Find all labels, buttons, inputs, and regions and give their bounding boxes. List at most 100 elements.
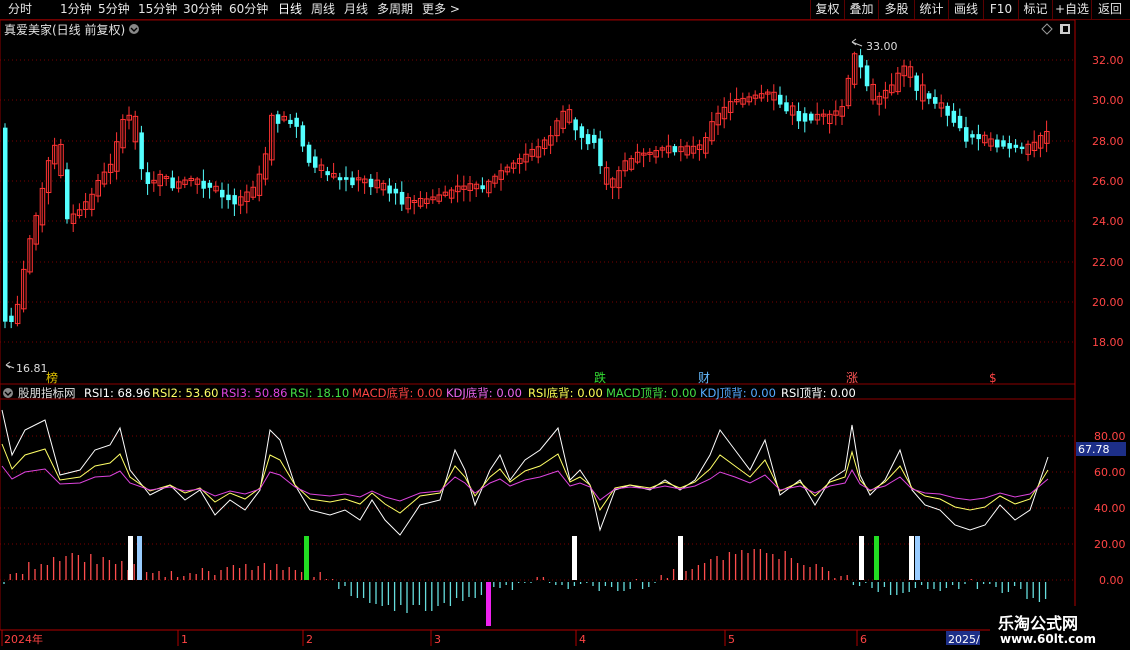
- rsi2-line: [1, 443, 1049, 514]
- signal-bar: [874, 536, 879, 580]
- candle-body: [3, 127, 8, 322]
- candle-body: [672, 146, 678, 153]
- time-label: 2: [306, 633, 313, 646]
- candle-body: [598, 138, 603, 167]
- candle-body: [393, 188, 399, 194]
- candle-body: [585, 134, 591, 145]
- candle-body: [933, 97, 938, 104]
- price-tick: 18.00: [1092, 336, 1124, 349]
- candle-body: [914, 75, 919, 91]
- event-marker-finance[interactable]: 财: [698, 371, 710, 385]
- legend-kdj-bottom: KDJ底背: 0.00: [446, 386, 522, 400]
- candle-body: [232, 195, 237, 205]
- candle-body: [1007, 143, 1012, 149]
- signal-bar: [486, 582, 491, 626]
- price-tick: 28.00: [1092, 135, 1124, 148]
- candle-body: [294, 117, 299, 127]
- signal-bars: [128, 536, 920, 626]
- watermark-url: www.60lt.com: [1000, 632, 1097, 646]
- legend-rsi3: RSI3: 50.86: [221, 386, 287, 400]
- indicator-panel-frame: [0, 383, 1076, 631]
- legend-macd-top: MACD顶背: 0.00: [606, 386, 697, 400]
- candle-body: [796, 111, 802, 122]
- low-arrow-icon: [5, 361, 11, 369]
- current-value-text: 67.78: [1078, 443, 1110, 456]
- candle-body: [201, 180, 206, 189]
- main-panel-frame: [0, 19, 1076, 385]
- legend-rsi-bottom: RSI底背: 0.00: [528, 386, 603, 400]
- candle-body: [926, 93, 932, 99]
- indicator-tick: 60.00: [1094, 466, 1126, 479]
- candle-body: [976, 134, 981, 140]
- candle-body: [957, 115, 963, 129]
- candle-body: [480, 185, 485, 190]
- candle-body: [170, 177, 175, 189]
- signal-bar: [915, 536, 920, 580]
- candle-body: [995, 139, 1000, 148]
- legend-kdj-top: KDJ顶背: 0.00: [700, 386, 776, 400]
- indicator-name: 股朋指标网: [18, 386, 76, 400]
- chart-title: 真爱美家(日线 前复权): [4, 22, 125, 37]
- candle-body: [970, 134, 975, 138]
- time-label-year: 2025/: [948, 633, 980, 646]
- event-marker-rank[interactable]: 榜: [46, 370, 58, 385]
- event-marker-dividend[interactable]: $: [989, 371, 997, 385]
- candle-body: [592, 134, 597, 143]
- candle-body: [350, 177, 355, 186]
- indicator-tick: 40.00: [1094, 502, 1126, 515]
- legend-rsi-top: RSI顶背: 0.00: [781, 386, 856, 400]
- legend-macd-bottom: MACD底背: 0.00: [352, 386, 443, 400]
- candle-body: [65, 169, 70, 220]
- chevron-down-icon[interactable]: [129, 24, 139, 34]
- signal-bar: [859, 536, 864, 580]
- candle-body: [306, 144, 312, 163]
- time-label: 1: [181, 633, 188, 646]
- indicator-chevron-icon[interactable]: [3, 388, 13, 398]
- candle-body: [1019, 146, 1025, 150]
- signal-bar: [572, 536, 577, 580]
- signal-bar: [304, 536, 309, 580]
- time-axis-labels: 2024年 1 2 3 4 5 6 2025/: [1, 630, 980, 646]
- panel-toggle-glyph: [1063, 26, 1068, 32]
- price-axis-labels: 32.00 30.00 28.00 26.00 24.00 22.00 20.0…: [1092, 54, 1124, 349]
- candle-body: [9, 315, 14, 322]
- candle-body: [226, 194, 231, 201]
- time-label: 4: [579, 633, 586, 646]
- time-label: 5: [728, 633, 735, 646]
- candle-body: [573, 119, 578, 131]
- histogram-bars: [3, 549, 1047, 613]
- watermark: 乐淘公式网 www.60lt.com: [990, 606, 1130, 650]
- legend-rsi1: RSI1: 68.96: [84, 386, 150, 400]
- candle-body: [778, 94, 783, 105]
- time-label: 3: [434, 633, 441, 646]
- event-marker-rise[interactable]: 涨: [846, 370, 858, 385]
- candle-body: [945, 105, 950, 116]
- candle-body: [579, 126, 585, 138]
- price-tick: 26.00: [1092, 175, 1124, 188]
- price-tick: 30.00: [1092, 94, 1124, 107]
- candle-body: [145, 172, 151, 184]
- signal-bar: [128, 536, 133, 580]
- diamond-icon[interactable]: [1041, 23, 1053, 35]
- price-tick: 22.00: [1092, 256, 1124, 269]
- legend-rsi: RSI: 18.10: [290, 386, 349, 400]
- candle-body: [1013, 144, 1019, 148]
- stock-chart[interactable]: 真爱美家(日线 前复权) 33.00 16.81 32.00 30.00 28.…: [0, 0, 1130, 650]
- candle-body: [387, 185, 392, 194]
- signal-bar: [678, 536, 683, 580]
- signal-bar: [909, 536, 914, 580]
- candle-body: [313, 156, 318, 168]
- high-price-label: 33.00: [866, 40, 898, 53]
- candle-body: [802, 113, 808, 122]
- candle-body: [275, 114, 281, 124]
- candle-body: [784, 102, 789, 112]
- indicator-tick: 80.00: [1094, 430, 1126, 443]
- candle-body: [300, 125, 306, 147]
- watermark-title: 乐淘公式网: [998, 614, 1079, 633]
- candle-body: [288, 119, 293, 125]
- candle-body: [951, 110, 957, 123]
- candle-body: [207, 182, 213, 188]
- indicator-tick: 0.00: [1099, 574, 1124, 587]
- event-marker-fall[interactable]: 跌: [594, 370, 606, 385]
- candle-body: [220, 189, 225, 198]
